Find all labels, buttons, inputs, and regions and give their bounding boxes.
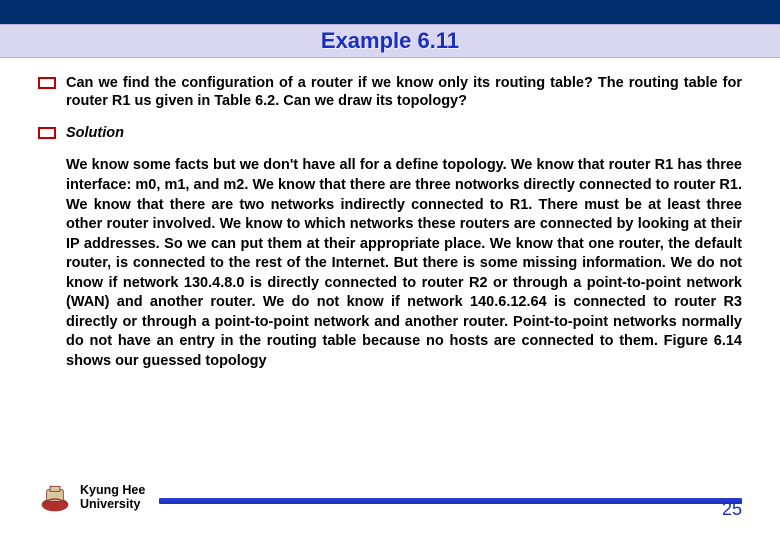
bullet-solution: Solution	[38, 124, 742, 142]
university-name: Kyung Hee University	[80, 484, 145, 512]
slide-content: Can we find the configuration of a route…	[0, 58, 780, 372]
university-line1: Kyung Hee	[80, 484, 145, 498]
footer-rule	[159, 498, 742, 504]
solution-body: We know some facts but we don't have all…	[66, 156, 742, 371]
footer: Kyung Hee University 25	[0, 474, 780, 522]
question-text: Can we find the configuration of a route…	[66, 74, 742, 110]
solution-label: Solution	[66, 124, 742, 142]
bullet-question: Can we find the configuration of a route…	[38, 74, 742, 110]
university-crest-icon	[38, 483, 72, 513]
university-line2: University	[80, 498, 145, 512]
slide-title: Example 6.11	[321, 28, 459, 54]
top-dark-band	[0, 0, 780, 24]
square-bullet-icon	[38, 127, 56, 139]
square-bullet-icon	[38, 77, 56, 89]
page-number: 25	[722, 499, 742, 520]
title-band: Example 6.11	[0, 24, 780, 58]
